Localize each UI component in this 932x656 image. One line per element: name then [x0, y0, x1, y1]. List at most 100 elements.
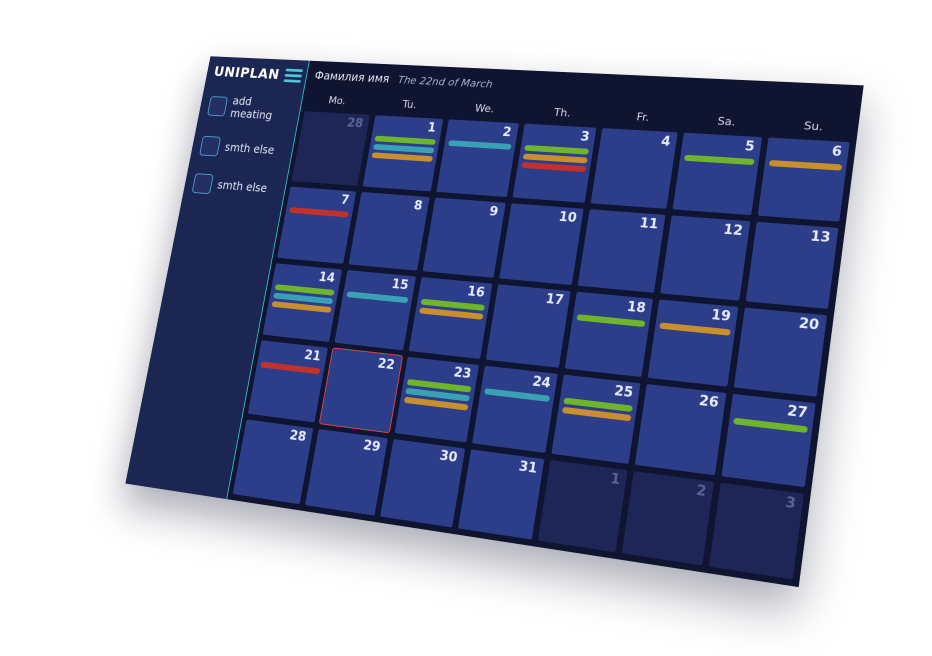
day-cell[interactable]: 2 — [622, 471, 715, 566]
day-number: 7 — [339, 193, 351, 208]
day-number: 26 — [697, 393, 720, 412]
day-cell[interactable]: 24 — [471, 365, 559, 454]
event-list — [447, 140, 512, 150]
day-number: 24 — [531, 374, 552, 392]
event-bar-orange[interactable] — [768, 159, 843, 171]
event-bar-orange[interactable] — [659, 322, 732, 336]
day-cell[interactable]: 15 — [334, 269, 416, 351]
day-number: 14 — [317, 269, 337, 286]
day-number: 3 — [784, 495, 797, 513]
event-bar-green[interactable] — [684, 154, 755, 166]
day-cell[interactable]: 27 — [721, 394, 816, 488]
day-number: 2 — [695, 483, 708, 501]
day-number: 28 — [288, 428, 308, 446]
day-number: 15 — [390, 276, 410, 293]
sidebar-item-smth-else-2[interactable]: smth else — [182, 164, 289, 210]
current-date: The 22nd of March — [397, 73, 494, 91]
day-cell[interactable]: 12 — [660, 215, 751, 301]
day-number: 31 — [517, 459, 539, 478]
day-number: 8 — [412, 198, 424, 214]
day-cell[interactable]: 21 — [247, 340, 328, 423]
day-cell[interactable]: 5 — [672, 132, 763, 215]
weekday-label: Fr. — [635, 110, 651, 124]
event-list — [562, 397, 634, 422]
sidebar-item-label: smth else — [216, 178, 269, 195]
event-list — [271, 283, 335, 313]
event-list — [289, 206, 349, 218]
add-meeting-checkbox[interactable] — [207, 96, 228, 117]
day-cell[interactable]: 14 — [262, 262, 343, 343]
smth-else-checkbox[interactable] — [199, 135, 222, 157]
event-list — [684, 154, 755, 166]
day-number: 13 — [809, 228, 832, 247]
event-bar-red[interactable] — [289, 206, 349, 218]
day-number: 5 — [743, 139, 756, 155]
day-number: 16 — [466, 284, 486, 301]
day-number: 19 — [710, 307, 732, 325]
day-number: 1 — [426, 121, 437, 136]
day-cell[interactable]: 19 — [647, 299, 739, 388]
calendar-app: UNIPLAN add meating smth else smth else … — [125, 56, 864, 588]
sidebar-item-label: add meating — [229, 94, 274, 122]
event-list — [659, 322, 732, 336]
user-name[interactable]: Фамилия имя — [314, 69, 391, 85]
day-number: 28 — [345, 116, 365, 132]
day-cell[interactable]: 18 — [565, 291, 654, 378]
day-cell[interactable]: 17 — [485, 283, 572, 369]
hamburger-menu-icon[interactable] — [283, 68, 303, 83]
day-number: 2 — [501, 125, 513, 141]
day-cell[interactable]: 7 — [277, 186, 357, 264]
day-cell[interactable]: 3 — [512, 123, 597, 203]
month-grid: 28 1 2 3 4 5 6 7 8 9 10 11 12 13 14 15 16 17 18 19 20 21 22 23 2… — [232, 111, 850, 580]
day-cell[interactable]: 16 — [408, 276, 493, 360]
day-cell[interactable]: 26 — [635, 384, 727, 476]
day-number: 3 — [579, 129, 591, 145]
event-list — [403, 379, 472, 411]
event-list — [520, 144, 590, 173]
day-number: 29 — [362, 438, 382, 456]
day-cell[interactable]: 9 — [422, 197, 506, 278]
day-cell[interactable]: 31 — [457, 449, 545, 540]
weekday-label: Tu. — [401, 98, 418, 111]
day-cell[interactable]: 1 — [538, 460, 628, 553]
day-cell[interactable]: 6 — [757, 137, 850, 222]
day-cell[interactable]: 29 — [304, 429, 388, 516]
event-bar-green[interactable] — [576, 313, 646, 327]
day-cell[interactable]: 28 — [232, 419, 314, 505]
event-bar-teal[interactable] — [447, 140, 512, 150]
smth-else-checkbox[interactable] — [191, 173, 214, 195]
day-cell[interactable]: 25 — [551, 375, 641, 465]
event-list — [418, 298, 485, 320]
weekday-label: We. — [474, 101, 496, 116]
event-bar-red[interactable] — [520, 162, 587, 173]
sidebar-item-add-meeting[interactable]: add meating — [197, 84, 304, 132]
day-number: 9 — [488, 204, 500, 220]
day-cell[interactable]: 4 — [591, 128, 679, 209]
day-cell[interactable]: 23 — [394, 357, 479, 443]
day-number: 4 — [660, 134, 672, 150]
day-cell[interactable]: 2 — [436, 119, 519, 197]
day-cell[interactable]: 28 — [291, 111, 371, 186]
day-cell-today[interactable]: 22 — [318, 347, 403, 434]
app-logo: UNIPLAN — [212, 63, 281, 83]
event-bar-orange[interactable] — [371, 152, 433, 162]
day-number: 11 — [638, 215, 660, 233]
day-cell[interactable]: 30 — [379, 439, 465, 528]
day-number: 23 — [452, 365, 473, 383]
day-cell[interactable]: 3 — [709, 482, 804, 580]
day-number: 10 — [557, 209, 578, 226]
event-bar-teal[interactable] — [346, 290, 409, 303]
day-number: 20 — [797, 315, 821, 334]
day-number: 27 — [786, 403, 809, 423]
sidebar-item-label: smth else — [223, 140, 276, 157]
weekday-label: Th. — [553, 106, 572, 120]
day-cell[interactable]: 20 — [733, 307, 828, 398]
day-cell[interactable]: 10 — [498, 203, 585, 285]
day-number: 30 — [438, 448, 459, 467]
day-number: 1 — [609, 471, 622, 489]
day-cell[interactable]: 11 — [578, 209, 666, 293]
day-cell[interactable]: 8 — [348, 191, 430, 271]
event-list — [576, 313, 646, 327]
day-cell[interactable]: 1 — [362, 115, 443, 192]
day-cell[interactable]: 13 — [745, 221, 839, 309]
